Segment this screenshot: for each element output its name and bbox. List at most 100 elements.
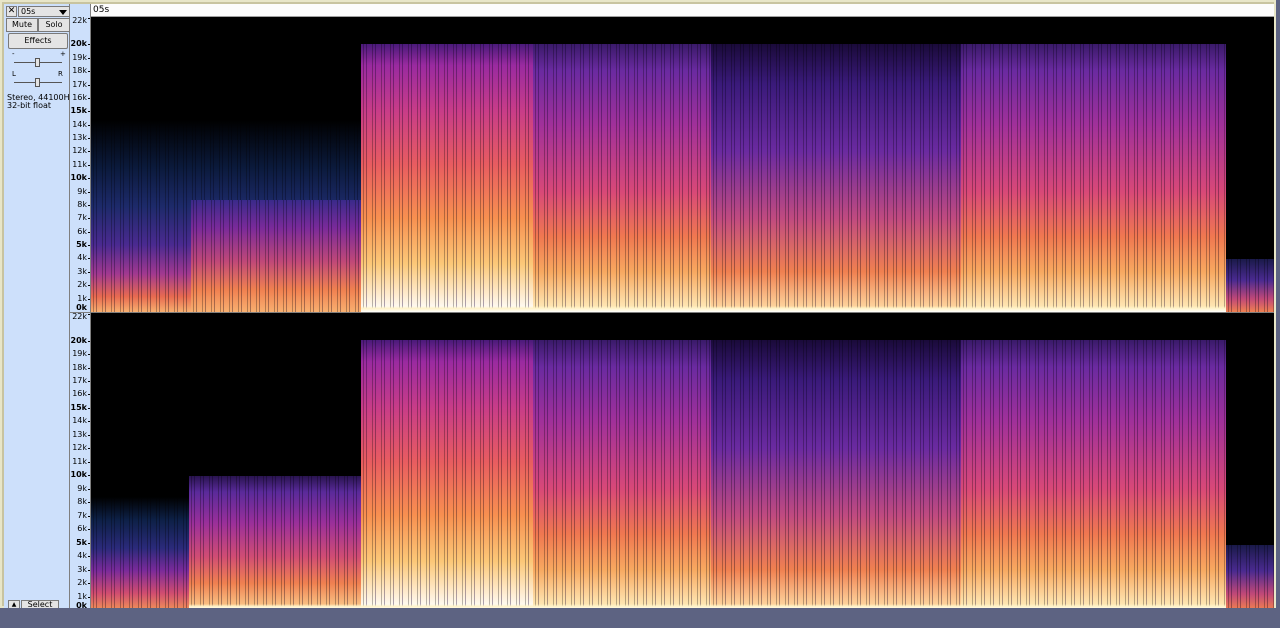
close-icon: ✕ [7,6,16,16]
track-name-label: 05s [21,6,36,16]
gain-plus-label: + [60,50,66,58]
frequency-tick-label: 5k [76,537,87,547]
frequency-tick-label: 4k [77,551,87,561]
spectrogram-segment [361,340,533,610]
pan-left-label: L [12,70,16,78]
frequency-tick-mark [88,44,90,46]
frequency-tick-mark [88,298,90,300]
track-right-edge [1274,2,1276,608]
frequency-tick-label: 9k [77,186,87,196]
frequency-tick-label: 5k [76,240,87,250]
spectrogram-segment [189,476,361,610]
mute-button[interactable]: Mute [6,18,38,32]
frequency-tick-label: 12k [72,443,87,453]
frequency-tick-mark [88,231,90,233]
frequency-tick-mark [88,285,90,287]
frequency-tick-mark [88,258,90,260]
spectrogram-right-channel[interactable] [91,313,1276,610]
spectrogram-left-channel[interactable] [91,17,1276,312]
frequency-tick-mark [88,191,90,193]
frequency-tick-label: 11k [72,456,87,466]
frequency-tick-mark [88,218,90,220]
spectrogram-segment [711,44,961,312]
frequency-tick-label: 13k [72,429,87,439]
frequency-tick-label: 18k [72,66,87,76]
frequency-tick-label: 12k [72,146,87,156]
pan-slider-thumb[interactable] [35,78,40,87]
frequency-tick-label: 3k [77,266,87,276]
frequency-tick-label: 20k [70,335,87,345]
app-window: ✕ 05s Mute Solo Effects - + L R Stereo, … [0,0,1280,628]
frequency-tick-mark [88,407,90,409]
frequency-tick-mark [88,354,90,356]
frequency-tick-label: 11k [72,159,87,169]
effects-button[interactable]: Effects [8,33,68,49]
frequency-tick-mark [88,245,90,247]
spectrogram-segment [533,44,711,312]
frequency-tick-mark [88,461,90,463]
frequency-tick-label: 17k [72,79,87,89]
frequency-tick-mark [88,271,90,273]
frequency-tick-label: 10k [70,470,87,480]
frequency-tick-mark [88,394,90,396]
frequency-tick-mark [88,204,90,206]
spectrogram-streaks [711,340,961,610]
timeline-ruler[interactable]: 05s [91,4,1276,17]
spectrogram-streaks [533,44,711,312]
frequency-tick-label: 16k [72,92,87,102]
gain-slider-thumb[interactable] [35,58,40,67]
close-track-button[interactable]: ✕ [6,6,17,17]
pan-right-label: R [58,70,63,78]
frequency-tick-mark [88,542,90,544]
frequency-tick-label: 17k [72,376,87,386]
spectrogram-segment [961,340,1226,610]
frequency-tick-label: 1k [77,293,87,303]
frequency-tick-label: 1k [77,591,87,601]
frequency-tick-label: 7k [77,510,87,520]
spectrogram-streaks [91,497,189,610]
frequency-tick-mark [88,515,90,517]
frequency-tick-mark [88,502,90,504]
spectrogram-streaks [961,340,1226,610]
spectrogram-segment [91,497,189,610]
spectrogram-segment [1226,259,1276,312]
gain-minus-label: - [12,50,15,58]
frequency-tick-mark [88,57,90,59]
frequency-tick-mark [88,434,90,436]
spectrogram-segment [711,340,961,610]
frequency-tick-label: 2k [77,578,87,588]
frequency-tick-mark [88,529,90,531]
frequency-tick-mark [88,151,90,153]
frequency-tick-label: 6k [77,226,87,236]
frequency-tick-label: 0k [76,303,87,312]
frequency-tick-mark [88,164,90,166]
track-format-bits: 32-bit float [7,101,52,110]
frequency-tick-label: 4k [77,253,87,263]
frequency-tick-label: 8k [77,199,87,209]
solo-button[interactable]: Solo [38,18,70,32]
frequency-tick-label: 9k [77,483,87,493]
spectrogram-segment [1226,545,1276,610]
frequency-tick-mark [88,71,90,73]
spectrogram-streaks [191,200,361,312]
dropdown-arrow-icon [59,10,67,15]
spectrogram-streaks [533,340,711,610]
frequency-tick-mark [88,583,90,585]
frequency-tick-label: 22k [72,16,87,25]
spectrogram-streaks [1226,545,1276,610]
spectrogram-streaks [961,44,1226,312]
frequency-tick-mark [88,367,90,369]
track-name-menu-button[interactable]: 05s [18,6,70,17]
frequency-tick-label: 3k [77,564,87,574]
frequency-tick-mark [88,448,90,450]
frequency-tick-label: 6k [77,524,87,534]
frequency-tick-mark [88,556,90,558]
frequency-tick-label: 7k [77,213,87,223]
frequency-tick-mark [88,381,90,383]
spectrogram-streaks [361,340,533,610]
frequency-tick-mark [88,596,90,598]
frequency-tick-mark [88,97,90,99]
frequency-tick-label: 22k [72,312,87,321]
frequency-tick-mark [88,178,90,180]
spectrogram-streaks [711,44,961,312]
